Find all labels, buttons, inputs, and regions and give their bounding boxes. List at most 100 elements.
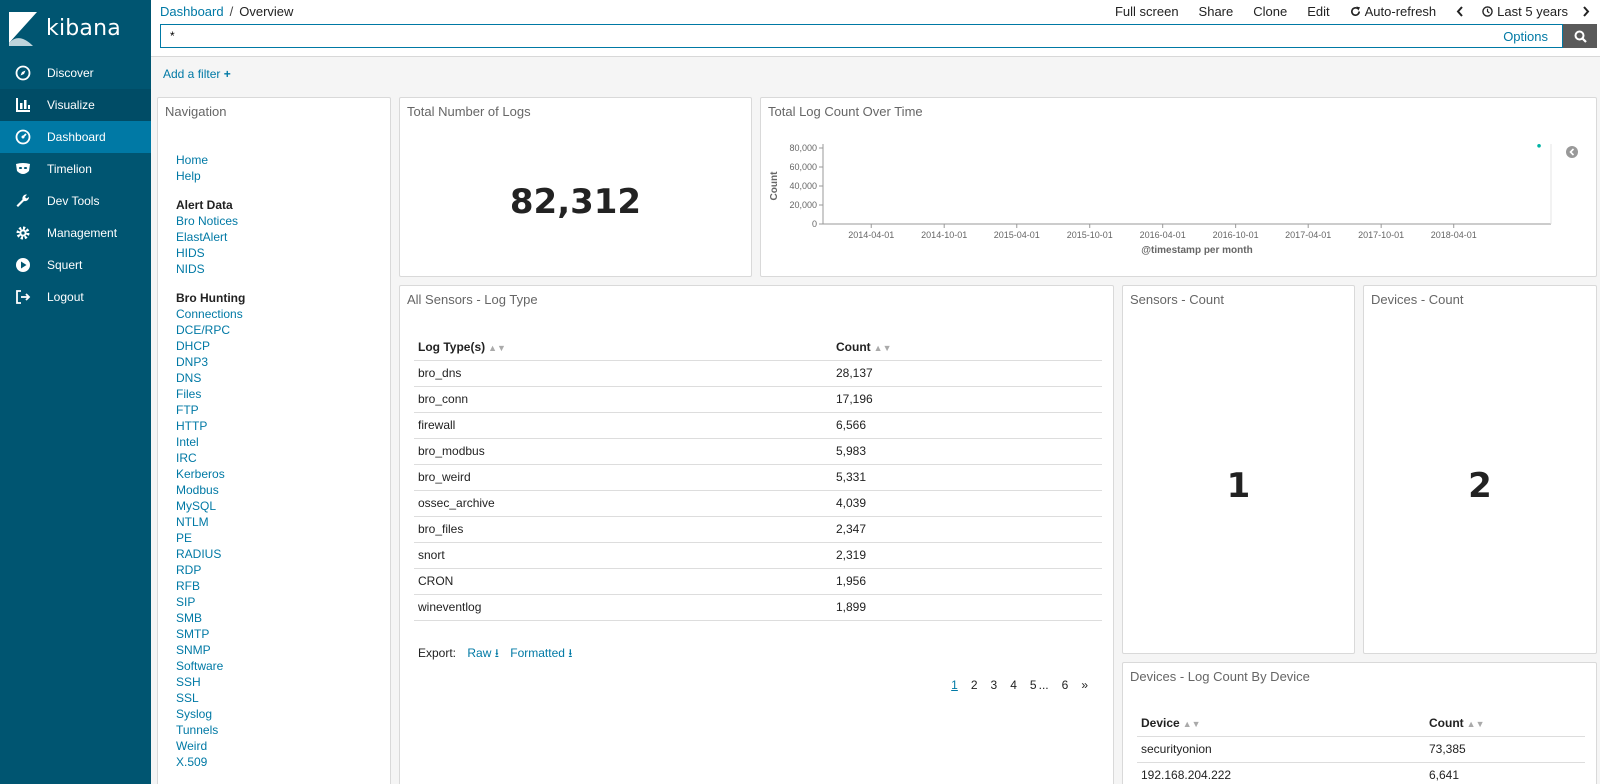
nav-link-snmp[interactable]: SNMP <box>176 642 245 658</box>
log-type-cell[interactable]: bro_weird <box>414 464 832 491</box>
top-bar: Dashboard / Overview Full screen Share Clo… <box>151 0 1600 57</box>
nav-link-connections[interactable]: Connections <box>176 306 245 322</box>
log-type-cell[interactable]: CRON <box>414 568 832 595</box>
nav-link-ftp[interactable]: FTP <box>176 402 245 418</box>
log-type-cell[interactable]: wineventlog <box>414 594 832 621</box>
nav-link-ssl[interactable]: SSL <box>176 690 245 706</box>
time-range-label: Last 5 years <box>1497 4 1568 19</box>
sidebar-item-visualize[interactable]: Visualize <box>0 89 151 121</box>
edit-button[interactable]: Edit <box>1307 4 1329 19</box>
query-input[interactable] <box>161 25 1504 47</box>
nav-link-kerberos[interactable]: Kerberos <box>176 466 245 482</box>
nav-link-sip[interactable]: SIP <box>176 594 245 610</box>
nav-link-radius[interactable]: RADIUS <box>176 546 245 562</box>
nav-link-nids[interactable]: NIDS <box>176 261 245 277</box>
log-type-cell[interactable]: bro_files <box>414 516 832 543</box>
table-row: 192.168.204.222 6,641 <box>1137 762 1585 784</box>
log-type-cell[interactable]: bro_modbus <box>414 438 832 465</box>
nav-link-rdp[interactable]: RDP <box>176 562 245 578</box>
nav-link-http[interactable]: HTTP <box>176 418 245 434</box>
nav-link-help[interactable]: Help <box>176 168 245 184</box>
count-cell: 2,319 <box>832 542 1102 569</box>
full-screen-button[interactable]: Full screen <box>1115 4 1179 19</box>
nav-link-files[interactable]: Files <box>176 386 245 402</box>
nav-link-dhcp[interactable]: DHCP <box>176 338 245 354</box>
page-4[interactable]: 4 <box>1010 678 1017 692</box>
dashboard-icon <box>14 128 32 146</box>
page-3[interactable]: 3 <box>991 678 998 692</box>
export-formatted-link[interactable]: Formatted ⭳ <box>510 646 572 660</box>
device-cell[interactable]: 192.168.204.222 <box>1137 762 1425 784</box>
nav-link-dnp3[interactable]: DNP3 <box>176 354 245 370</box>
refresh-icon <box>1350 6 1360 16</box>
nav-link-software[interactable]: Software <box>176 658 245 674</box>
auto-refresh-label: Auto-refresh <box>1364 4 1437 19</box>
alert-data-heading: Alert Data <box>176 198 233 212</box>
panel-title: Devices - Count <box>1371 292 1464 307</box>
sidebar-item-dashboard[interactable]: Dashboard <box>0 121 151 153</box>
nav-link-mysql[interactable]: MySQL <box>176 498 245 514</box>
table-row: wineventlog 1,899 <box>414 594 1102 621</box>
page-1[interactable]: 1 <box>951 678 958 692</box>
sidebar-item-squert[interactable]: Squert <box>0 249 151 281</box>
nav-link-home[interactable]: Home <box>176 152 245 168</box>
nav-link-x-509[interactable]: X.509 <box>176 754 245 770</box>
auto-refresh-button[interactable]: Auto-refresh <box>1350 4 1437 19</box>
page-2[interactable]: 2 <box>971 678 978 692</box>
next-page-button[interactable]: » <box>1081 678 1088 692</box>
share-button[interactable]: Share <box>1199 4 1234 19</box>
time-forward-button[interactable] <box>1582 6 1594 17</box>
nav-link-hids[interactable]: HIDS <box>176 245 245 261</box>
page-6[interactable]: 6 <box>1062 678 1069 692</box>
nav-link-modbus[interactable]: Modbus <box>176 482 245 498</box>
x-tick-label: 2014-10-01 <box>921 230 967 240</box>
nav-link-rfb[interactable]: RFB <box>176 578 245 594</box>
log-type-cell[interactable]: firewall <box>414 412 832 439</box>
sidebar-item-dev-tools[interactable]: Dev Tools <box>0 185 151 217</box>
page-5[interactable]: 5 <box>1030 678 1037 692</box>
breadcrumb: Dashboard / Overview <box>160 4 293 19</box>
x-tick-label: 2016-04-01 <box>1140 230 1186 240</box>
log-type-cell[interactable]: bro_dns <box>414 360 832 387</box>
nav-link-syslog[interactable]: Syslog <box>176 706 245 722</box>
nav-link-smb[interactable]: SMB <box>176 610 245 626</box>
nav-link-weird[interactable]: Weird <box>176 738 245 754</box>
nav-link-irc[interactable]: IRC <box>176 450 245 466</box>
nav-link-dce-rpc[interactable]: DCE/RPC <box>176 322 245 338</box>
device-cell[interactable]: securityonion <box>1137 736 1425 763</box>
log-type-cell[interactable]: bro_conn <box>414 386 832 413</box>
time-picker-button[interactable]: Last 5 years <box>1482 4 1568 19</box>
log-type-column-header[interactable]: Log Type(s) ▲▼ <box>414 334 832 361</box>
sidebar-item-management[interactable]: Management <box>0 217 151 249</box>
nav-link-ssh[interactable]: SSH <box>176 674 245 690</box>
add-filter-link[interactable]: Add a filter + <box>163 67 231 81</box>
nav-link-ntlm[interactable]: NTLM <box>176 514 245 530</box>
log-type-cell[interactable]: ossec_archive <box>414 490 832 517</box>
export-raw-link[interactable]: Raw ⭳ <box>467 646 499 660</box>
nav-link-bro-notices[interactable]: Bro Notices <box>176 213 245 229</box>
query-options-link[interactable]: Options <box>1503 29 1562 44</box>
nav-link-intel[interactable]: Intel <box>176 434 245 450</box>
search-button[interactable] <box>1563 24 1597 48</box>
count-cell: 1,956 <box>832 568 1102 595</box>
sidebar-item-discover[interactable]: Discover <box>0 57 151 89</box>
clone-button[interactable]: Clone <box>1253 4 1287 19</box>
nav-link-pe[interactable]: PE <box>176 530 245 546</box>
y-tick-label: 20,000 <box>789 200 817 210</box>
nav-link-tunnels[interactable]: Tunnels <box>176 722 245 738</box>
log-type-cell[interactable]: snort <box>414 542 832 569</box>
data-point[interactable] <box>1537 144 1541 148</box>
nav-link-dns[interactable]: DNS <box>176 370 245 386</box>
legend-toggle-icon[interactable] <box>1566 146 1578 158</box>
nav-link-smtp[interactable]: SMTP <box>176 626 245 642</box>
breadcrumb-dashboard-link[interactable]: Dashboard <box>160 4 224 19</box>
top-actions: Full screen Share Clone Edit Auto-refres… <box>1095 4 1594 19</box>
count-column-header[interactable]: Count ▲▼ <box>1425 710 1585 737</box>
time-back-button[interactable] <box>1456 6 1468 17</box>
kibana-logo[interactable]: kibana <box>0 0 151 57</box>
nav-link-elastalert[interactable]: ElastAlert <box>176 229 245 245</box>
sidebar-item-timelion[interactable]: Timelion <box>0 153 151 185</box>
device-column-header[interactable]: Device ▲▼ <box>1137 710 1425 737</box>
count-column-header[interactable]: Count ▲▼ <box>832 334 1102 361</box>
sidebar-item-logout[interactable]: Logout <box>0 281 151 313</box>
